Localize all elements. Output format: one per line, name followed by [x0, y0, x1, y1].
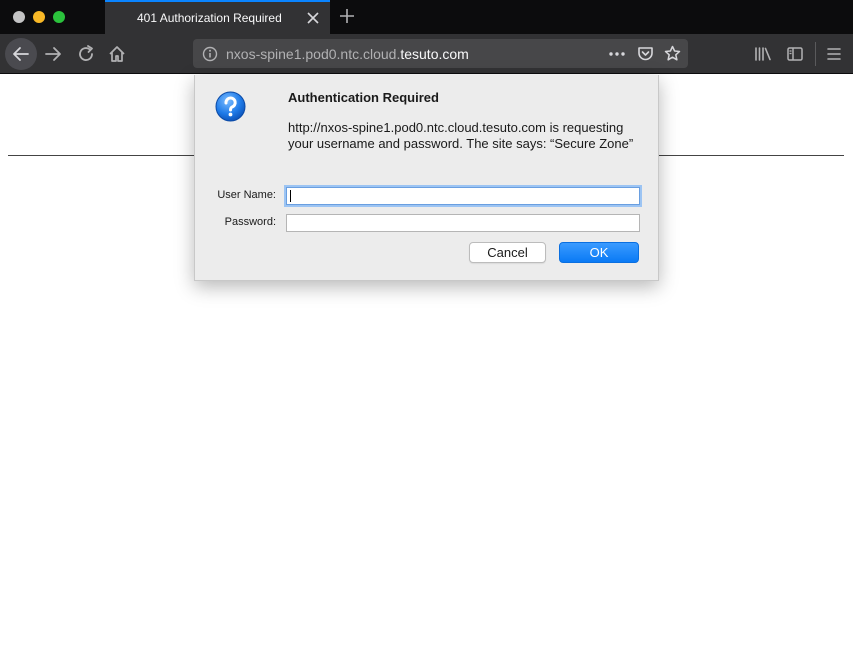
tab-active[interactable]: 401 Authorization Required	[105, 0, 330, 34]
text-caret	[290, 190, 291, 202]
tab-bar: 401 Authorization Required	[0, 0, 853, 34]
url-domain: tesuto.com	[400, 46, 469, 62]
new-tab-icon[interactable]	[339, 8, 355, 24]
tab-title: 401 Authorization Required	[137, 11, 282, 25]
window-close-button[interactable]	[13, 11, 25, 23]
library-icon[interactable]	[754, 45, 772, 63]
navigation-toolbar: nxos-spine1.pod0.ntc.cloud.tesuto.com	[0, 34, 853, 74]
username-input[interactable]	[286, 187, 640, 205]
question-icon	[215, 91, 246, 122]
back-arrow-icon	[13, 47, 29, 61]
pocket-icon[interactable]	[637, 45, 654, 62]
home-icon[interactable]	[107, 44, 127, 64]
dialog-title: Authentication Required	[288, 90, 439, 105]
window-maximize-button[interactable]	[53, 11, 65, 23]
username-label: User Name:	[217, 189, 276, 201]
hamburger-menu-icon[interactable]	[826, 45, 842, 63]
browser-window: 401 Authorization Required nxos-spine1.p…	[0, 0, 853, 658]
back-button[interactable]	[5, 38, 37, 70]
info-icon[interactable]	[202, 46, 218, 62]
dialog-message: http://nxos-spine1.pod0.ntc.cloud.tesuto…	[288, 120, 634, 151]
close-icon[interactable]	[306, 11, 320, 25]
toolbar-divider	[815, 42, 816, 66]
sidebar-icon[interactable]	[786, 45, 804, 63]
cancel-button[interactable]: Cancel	[469, 242, 546, 263]
auth-dialog: Authentication Required http://nxos-spin…	[194, 75, 659, 281]
forward-arrow-icon[interactable]	[43, 44, 63, 64]
password-input[interactable]	[286, 214, 640, 232]
window-minimize-button[interactable]	[33, 11, 45, 23]
reload-icon[interactable]	[76, 44, 96, 64]
password-label: Password:	[224, 216, 276, 228]
url-text[interactable]: nxos-spine1.pod0.ntc.cloud.tesuto.com	[226, 46, 469, 62]
star-icon[interactable]	[664, 45, 681, 62]
more-icon[interactable]	[608, 46, 626, 62]
url-bar[interactable]: nxos-spine1.pod0.ntc.cloud.tesuto.com	[193, 39, 688, 68]
ok-button[interactable]: OK	[559, 242, 639, 263]
url-prefix: nxos-spine1.pod0.ntc.cloud.	[226, 46, 401, 62]
